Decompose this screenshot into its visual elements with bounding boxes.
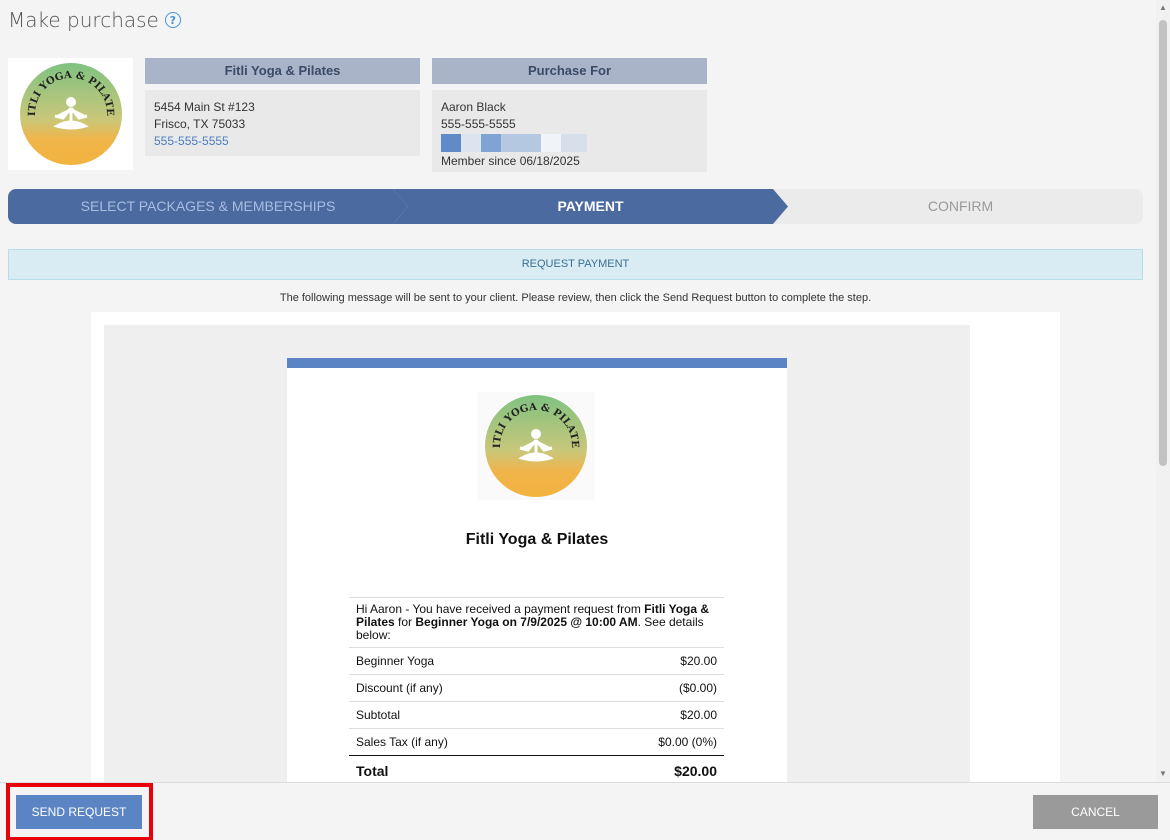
- discount-value: ($0.00): [678, 681, 717, 695]
- email-logo-icon: FITLI YOGA & PILATES: [484, 394, 587, 497]
- client-member-since: Member since 06/18/2025: [441, 154, 580, 168]
- total-label: Total: [356, 762, 389, 779]
- scroll-down-icon[interactable]: ▼: [1158, 769, 1168, 779]
- email-intro: Hi Aaron - You have received a payment r…: [349, 597, 724, 647]
- studio-logo-icon: FITLI YOGA & PILATES: [19, 62, 122, 165]
- page-title: Make purchase ?: [8, 8, 181, 32]
- line-item-label: Beginner Yoga: [356, 654, 435, 668]
- subtotal-label: Subtotal: [356, 708, 401, 722]
- footer-bar: SEND REQUEST CANCEL: [0, 782, 1170, 840]
- client-name: Aaron Black: [441, 100, 506, 114]
- page-scrollbar[interactable]: ▲ ▼: [1156, 0, 1170, 782]
- help-icon[interactable]: ?: [164, 12, 181, 28]
- client-phone: 555-555-5555: [441, 117, 516, 131]
- request-payment-bar: REQUEST PAYMENT: [8, 249, 1143, 280]
- total-value: $20.00: [674, 762, 717, 779]
- email-preview: FITLI YOGA & PILATES Fitli Yoga & Pilate…: [91, 312, 1060, 782]
- step-payment: PAYMENT: [393, 189, 788, 224]
- sales-tax-value: $0.00 (0%): [658, 735, 717, 749]
- sales-tax-row: Sales Tax (if any) $0.00 (0%): [349, 728, 724, 755]
- scroll-up-icon[interactable]: ▲: [1158, 3, 1168, 13]
- redacted-email: [441, 134, 698, 152]
- email-studio-name: Fitli Yoga & Pilates: [465, 531, 609, 548]
- step-confirm: CONFIRM: [927, 198, 994, 214]
- studio-card-header: Fitli Yoga & Pilates: [145, 58, 420, 84]
- client-card: Purchase For Aaron Black 555-555-5555 Me…: [432, 58, 707, 172]
- total-row: Total $20.00: [349, 755, 724, 782]
- email-details-table: Hi Aaron - You have received a payment r…: [349, 597, 724, 782]
- scrollbar-thumb[interactable]: [1159, 20, 1167, 466]
- sales-tax-label: Sales Tax (if any): [356, 735, 448, 749]
- studio-address-line1: 5454 Main St #123: [154, 100, 255, 114]
- step-select-packages[interactable]: SELECT PACKAGES & MEMBERSHIPS: [8, 189, 408, 224]
- page-title-text: Make purchase: [8, 8, 159, 32]
- subtotal-value: $20.00: [680, 708, 717, 722]
- send-request-button[interactable]: SEND REQUEST: [16, 795, 142, 829]
- email-logo: FITLI YOGA & PILATES: [477, 392, 595, 500]
- client-card-header: Purchase For: [432, 58, 707, 84]
- line-item-row: Beginner Yoga $20.00: [349, 647, 724, 674]
- discount-row: Discount (if any) ($0.00): [349, 674, 724, 701]
- line-item-value: $20.00: [680, 654, 717, 668]
- cancel-button[interactable]: CANCEL: [1033, 795, 1158, 829]
- studio-phone-link[interactable]: 555-555-5555: [154, 133, 411, 150]
- studio-card: Fitli Yoga & Pilates 5454 Main St #123 F…: [145, 58, 420, 156]
- instruction-message: The following message will be sent to yo…: [279, 292, 872, 304]
- studio-address-line2: Frisco, TX 75033: [154, 117, 246, 131]
- checkout-steps: CONFIRM SELECT PACKAGES & MEMBERSHIPS PA…: [8, 189, 1143, 224]
- studio-logo: FITLI YOGA & PILATES: [8, 58, 133, 170]
- email-body: FITLI YOGA & PILATES Fitli Yoga & Pilate…: [287, 358, 787, 782]
- discount-label: Discount (if any): [356, 681, 443, 695]
- subtotal-row: Subtotal $20.00: [349, 701, 724, 728]
